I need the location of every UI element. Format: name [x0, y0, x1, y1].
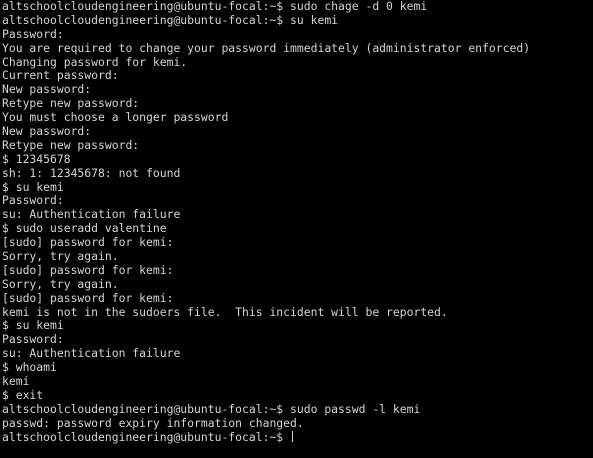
- terminal-line: Current password:: [2, 68, 119, 83]
- terminal-line: kemi: [2, 374, 30, 389]
- terminal-line: [sudo] password for kemi:: [2, 262, 174, 277]
- terminal-window[interactable]: altschoolcloudengineering@ubuntu-focal:~…: [0, 0, 593, 458]
- terminal-line: Password:: [2, 26, 64, 41]
- terminal-line: su: Authentication failure: [2, 207, 181, 222]
- terminal-line: $ su kemi: [2, 179, 64, 194]
- terminal-line: $ sudo useradd valentine: [2, 221, 167, 236]
- terminal-line: altschoolcloudengineering@ubuntu-focal:~…: [2, 401, 421, 416]
- terminal-line: $ su kemi: [2, 318, 64, 333]
- shell-prompt: altschoolcloudengineering@ubuntu-focal:~…: [2, 429, 291, 444]
- terminal-line: You are required to change your password…: [2, 40, 531, 55]
- terminal-line: passwd: password expiry information chan…: [2, 415, 304, 430]
- terminal-line: su: Authentication failure: [2, 346, 181, 361]
- terminal-line: Sorry, try again.: [2, 276, 119, 291]
- terminal-line: altschoolcloudengineering@ubuntu-focal:~…: [2, 0, 428, 13]
- terminal-line: Retype new password:: [2, 96, 140, 111]
- terminal-line: $ whoami: [2, 360, 57, 375]
- terminal-line: Changing password for kemi.: [2, 54, 188, 69]
- terminal-line: New password:: [2, 82, 92, 97]
- terminal-input-line[interactable]: altschoolcloudengineering@ubuntu-focal:~…: [0, 429, 593, 445]
- terminal-line: altschoolcloudengineering@ubuntu-focal:~…: [2, 12, 339, 27]
- terminal-line: [sudo] password for kemi:: [2, 235, 174, 250]
- text-cursor: [292, 430, 294, 442]
- terminal-line: Password:: [2, 193, 64, 208]
- terminal-line: New password:: [2, 124, 92, 139]
- terminal-line: Password:: [2, 332, 64, 347]
- terminal-line: You must choose a longer password: [2, 110, 229, 125]
- terminal-line: Sorry, try again.: [2, 249, 119, 264]
- terminal-line: [sudo] password for kemi:: [2, 290, 174, 305]
- terminal-line: $ exit: [2, 387, 44, 402]
- terminal-line: sh: 1: 12345678: not found: [2, 165, 181, 180]
- terminal-line: Retype new password:: [2, 137, 140, 152]
- terminal-line: $ 12345678: [2, 151, 71, 166]
- terminal-line: kemi is not in the sudoers file. This in…: [2, 304, 448, 319]
